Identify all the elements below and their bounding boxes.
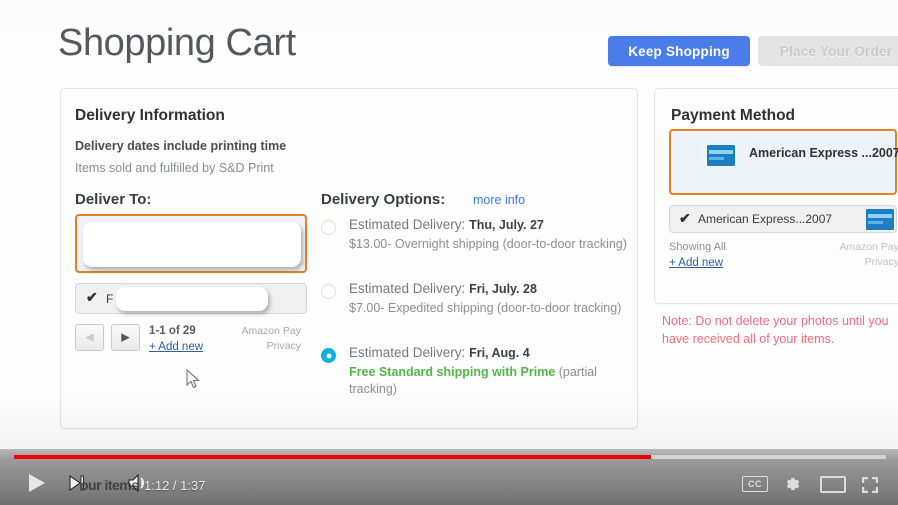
shipping-option-body: Estimated Delivery: Fri, Aug. 4 Free Sta… [349,345,629,399]
credit-card-icon-small [860,208,894,231]
cc-label: CC [748,479,762,489]
shipping-estimate-line: Estimated Delivery: Fri, Aug. 4 [349,345,629,362]
mouse-cursor-icon [186,369,200,389]
address-prev-button[interactable]: ◀ [75,324,104,351]
selected-payment-card[interactable]: American Express ...2007 [669,129,898,195]
address-pager-count: 1-1 of 29 [149,325,196,337]
address-redaction-overlay-2 [116,287,268,311]
alternate-address-row[interactable]: ✔ F [75,283,307,314]
estimated-delivery-date: Fri, Aug. 4 [469,346,530,360]
shipping-detail: Free Standard shipping with Prime (parti… [349,364,629,399]
settings-gear-icon[interactable] [782,474,802,494]
alternate-payment-row[interactable]: ✔ American Express...2007 [669,205,897,233]
shipping-option-body: Estimated Delivery: Thu, July. 27 $13.00… [349,217,629,253]
play-button[interactable] [24,471,48,495]
estimated-delivery-date: Fri, July. 28 [469,282,537,296]
payment-privacy-link[interactable]: Privacy [865,256,898,268]
shipping-option-body: Estimated Delivery: Fri, July. 28 $7.00-… [349,281,629,317]
check-icon: ✔ [86,289,98,305]
keep-shopping-button[interactable]: Keep Shopping [608,36,750,66]
payment-amazon-pay-label: Amazon Pay [839,241,898,253]
delete-photos-warning-note: Note: Do not delete your photos until yo… [662,314,889,347]
address-privacy-link[interactable]: Privacy [221,340,301,352]
radio-standard-prime[interactable] [321,348,336,363]
player-control-bar: our items 1:12 / 1:37 CC [0,449,898,505]
progress-bar-track[interactable] [14,455,886,459]
delivery-information-title: Delivery Information [75,107,225,124]
chevron-left-icon: ◀ [85,331,94,343]
estimated-delivery-prefix: Estimated Delivery: [349,217,466,232]
shipping-detail: $13.00- Overnight shipping (door-to-door… [349,236,627,251]
credit-card-icon [701,144,735,167]
alternate-address-label: F [106,292,114,306]
address-amazon-pay-label: Amazon Pay [241,325,301,337]
payment-method-panel: Payment Method American Express ...2007 … [654,88,898,304]
payment-showing-all-label: Showing All [669,241,726,253]
payment-add-new-link[interactable]: + Add new [669,257,723,269]
chevron-right-icon: ▶ [121,331,130,343]
check-icon: ✔ [679,210,691,226]
radio-expedited[interactable] [321,284,336,299]
estimated-delivery-date: Thu, July. 27 [469,218,544,232]
more-info-link[interactable]: more info [473,193,525,207]
delivery-dates-note: Delivery dates include printing time [75,139,287,153]
fullscreen-button[interactable] [860,475,880,495]
selected-address-card[interactable] [75,214,307,273]
place-your-order-button: Place Your Order [758,36,898,66]
address-redaction-overlay [83,222,301,267]
time-display: 1:12 / 1:37 [144,478,206,493]
estimated-delivery-prefix: Estimated Delivery: [349,281,466,296]
video-player: Shopping Cart Keep Shopping Place Your O… [0,0,898,505]
shipping-estimate-line: Estimated Delivery: Thu, July. 27 [349,217,629,234]
payment-method-title: Payment Method [671,107,796,124]
selected-payment-label: American Express ...2007 [749,146,898,160]
address-next-button[interactable]: ▶ [111,324,140,351]
delivery-options-label: Delivery Options: [321,191,446,208]
theater-mode-button[interactable] [820,476,846,493]
alternate-payment-label: American Express...2007 [698,212,833,226]
progress-bar-played [14,455,651,459]
deliver-to-label: Deliver To: [75,191,152,208]
fulfillment-note: Items sold and fulfilled by S&D Print [75,161,274,175]
closed-captions-button[interactable]: CC [742,476,768,492]
address-add-new-link[interactable]: + Add new [149,341,203,353]
recorded-page: Shopping Cart Keep Shopping Place Your O… [0,0,898,462]
estimated-delivery-prefix: Estimated Delivery: [349,345,466,360]
page-title: Shopping Cart [58,22,296,64]
motion-blur-ghost-text: our items [80,477,139,493]
shipping-estimate-line: Estimated Delivery: Fri, July. 28 [349,281,629,298]
radio-overnight[interactable] [321,220,336,235]
shipping-detail: $7.00- Expedited shipping (door-to-door … [349,300,622,315]
delivery-information-panel: Delivery Information Delivery dates incl… [60,88,638,429]
free-shipping-label: Free Standard shipping with Prime [349,364,556,379]
